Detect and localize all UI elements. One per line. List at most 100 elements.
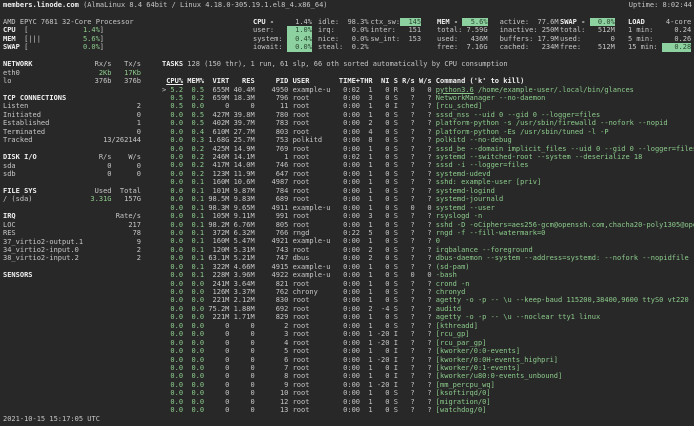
proc-mem-pct: 0.1: [183, 229, 204, 237]
proc-time: 0:00: [335, 305, 360, 313]
process-row[interactable]: 0.00.0241M3.64M821root0:0010S??crond -n: [162, 280, 694, 288]
process-row[interactable]: 0.00.0221M1.71M829root0:0010S??agetty -o…: [162, 313, 694, 321]
proc-user: dbus: [293, 254, 335, 262]
proc-res: 0: [229, 330, 254, 338]
proc-nice: 0: [373, 187, 390, 195]
process-row[interactable]: 0.00.1120M5.31M743root0:0020S??irqbalanc…: [162, 246, 694, 254]
cpu-gauge-pct: 1.4%: [79, 26, 100, 34]
process-row[interactable]: 0.00.2123M11.9M647root0:0010S??systemd-u…: [162, 170, 694, 178]
process-row[interactable]: 0.00.1228M3.96M4922example-u0:0010S00-ba…: [162, 271, 694, 279]
process-row[interactable]: 0.00.0008root0:0010I??[kworker/u80:0-eve…: [162, 372, 694, 380]
disk-rows: sda00sdb00: [3, 162, 141, 179]
load-5min: 0.26: [662, 35, 692, 43]
process-row[interactable]: 0.00.00012root0:0010S??[migration/0]: [162, 398, 694, 406]
proc-read-rate: ?: [398, 178, 415, 186]
process-row[interactable]: 0.00.075.2M1.88M692root0:002-4S??auditd: [162, 305, 694, 313]
proc-mem-pct: 0.5: [183, 86, 204, 94]
process-row[interactable]: 0.00.0005root0:0010I??[kworker/0:0-event…: [162, 347, 694, 355]
proc-nice: -4: [373, 305, 390, 313]
proc-threads: 1: [360, 296, 373, 304]
proc-pid: 9: [255, 381, 289, 389]
process-row[interactable]: 0.50.2659M18.3M796root0:0030S??NetworkMa…: [162, 94, 694, 102]
column-write-rate[interactable]: W/s: [415, 77, 432, 85]
column-mem[interactable]: MEM%: [183, 77, 204, 85]
proc-command-args: systemd-logind: [436, 187, 495, 195]
process-row[interactable]: 0.00.0003root0:001-20I??[rcu_gp]: [162, 330, 694, 338]
mem-active: 77.6M: [537, 18, 558, 26]
process-row[interactable]: 0.00.0002root0:0010S??[kthreadd]: [162, 322, 694, 330]
process-row[interactable]: 0.00.5427M39.8M780root0:0010S??sssd_nss …: [162, 111, 694, 119]
process-row[interactable]: 0.00.0126M3.37M762chrony0:0010S??chronyd: [162, 288, 694, 296]
proc-state: S: [389, 145, 397, 153]
process-row[interactable]: 0.00.2425M14.9M769root0:0010S??sssd_be -…: [162, 145, 694, 153]
column-res[interactable]: RES: [229, 77, 254, 85]
process-row[interactable]: 0.00.198.5M9.83M689root0:0010S??systemd-…: [162, 195, 694, 203]
mem-buffers: 17.9M: [537, 35, 558, 43]
process-row[interactable]: 0.00.2246M14.1M1root0:0210S??systemd --s…: [162, 153, 694, 161]
column-command[interactable]: Command ('k' to kill): [436, 77, 525, 85]
proc-write-rate: ?: [415, 237, 432, 245]
tcp-row: Initiated0: [3, 111, 141, 119]
process-row[interactable]: 0.00.1160M10.6M4987root0:0010S??sshd: ex…: [162, 178, 694, 186]
tcp-rows: Listen2Initiated0Established1Terminated0…: [3, 102, 141, 144]
proc-state: S: [389, 161, 397, 169]
process-row[interactable]: 0.00.198.2M6.76M805root0:0010S??sshd -D …: [162, 221, 694, 229]
process-row[interactable]: 0.00.0221M2.12M830root0:0010S??agetty -o…: [162, 296, 694, 304]
proc-write-rate: ?: [415, 313, 432, 321]
proc-pid: 1: [255, 153, 289, 161]
proc-nice: 0: [373, 372, 390, 380]
process-row[interactable]: 0.50.00011root0:0010I??[rcu_sched]: [162, 102, 694, 110]
proc-virt: 75.2M: [204, 305, 229, 313]
proc-time: 0:00: [335, 372, 360, 380]
proc-time: 0:00: [335, 339, 360, 347]
proc-pid: 4922: [255, 271, 289, 279]
proc-cpu-pct: 0.0: [166, 364, 183, 372]
proc-read-rate: ?: [398, 111, 415, 119]
process-row[interactable]: 0.00.0007root0:0010I??[kworker/0:1-event…: [162, 364, 694, 372]
process-row[interactable]: 0.00.1101M9.87M784root0:0010S??systemd-l…: [162, 187, 694, 195]
process-row[interactable]: 0.00.0009root0:001-20I??[mm_percpu_wq]: [162, 381, 694, 389]
proc-cpu-pct: 0.0: [166, 187, 183, 195]
proc-threads: 1: [360, 170, 373, 178]
process-row[interactable]: 0.00.1322M4.66M4915example-u0:0010S??(sd…: [162, 263, 694, 271]
sensors-title: SENSORS: [3, 271, 141, 279]
proc-virt: 160M: [204, 178, 229, 186]
process-row[interactable]: 0.00.4610M27.7M803root0:0040S??platform-…: [162, 128, 694, 136]
proc-user: root: [293, 330, 335, 338]
process-row[interactable]: 0.00.31.68G25.7M753polkitd0:0080S??polki…: [162, 136, 694, 144]
proc-threads: 1: [360, 111, 373, 119]
proc-command-args: systemd --switched-root --system --deser…: [436, 153, 643, 161]
column-time[interactable]: TIME+: [335, 77, 360, 85]
process-row[interactable]: 0.00.198.3M9.65M4911example-u0:0010S00sy…: [162, 204, 694, 212]
process-row[interactable]: 0.00.5402M39.7M783root0:0020S??platform-…: [162, 119, 694, 127]
proc-write-rate: ?: [415, 372, 432, 380]
process-row[interactable]: 0.00.00013root0:0010S??[watchdog/0]: [162, 406, 694, 414]
process-row[interactable]: 0.00.2417M14.0M746root0:0010S??sssd -i -…: [162, 161, 694, 169]
process-row[interactable]: 0.00.0004root0:001-20I??[rcu_par_gp]: [162, 339, 694, 347]
process-row[interactable]: 0.00.1105M9.11M991root0:0030S??rsyslogd …: [162, 212, 694, 220]
disk-section: DISK I/OR/sW/s sda00sdb00: [3, 153, 141, 178]
swap-used: 0: [590, 35, 615, 43]
process-row[interactable]: 0.00.0006root0:001-20I??[kworker/0:0H-ev…: [162, 356, 694, 364]
proc-command-args: sssd -i --logger=files: [436, 161, 529, 169]
process-row[interactable]: >5.20.5655M40.4M4950example-u0:0210R00py…: [162, 86, 694, 94]
sort-column-cpu[interactable]: CPU%: [166, 77, 183, 85]
column-read-rate[interactable]: R/s: [398, 77, 415, 85]
proc-command: [ksoftirqd/0]: [436, 389, 491, 397]
column-virt[interactable]: VIRT: [204, 77, 229, 85]
proc-time: 0:00: [335, 389, 360, 397]
process-row[interactable]: 0.00.00010root0:0010S??[ksoftirqd/0]: [162, 389, 694, 397]
proc-cpu-pct: 0.0: [166, 161, 183, 169]
process-row[interactable]: 0.00.1372M6.32M766rngd0:2250S??rngd -f -…: [162, 229, 694, 237]
column-pid[interactable]: PID: [255, 77, 289, 85]
mem-stats-block: MEM -5.6%active:77.6M total:7.59Ginactiv…: [437, 18, 559, 52]
process-row[interactable]: 0.00.1160M5.47M4921example-u0:0010S??0: [162, 237, 694, 245]
proc-user: example-u: [293, 204, 335, 212]
proc-user: root: [293, 119, 335, 127]
proc-nice: 0: [373, 111, 390, 119]
proc-user: root: [293, 313, 335, 321]
proc-command-args: [migration/0]: [436, 398, 491, 406]
proc-user: root: [293, 372, 335, 380]
column-user[interactable]: USER: [293, 77, 335, 85]
process-row[interactable]: 0.00.163.1M5.21M747dbus0:0020S??dbus-dae…: [162, 254, 694, 262]
